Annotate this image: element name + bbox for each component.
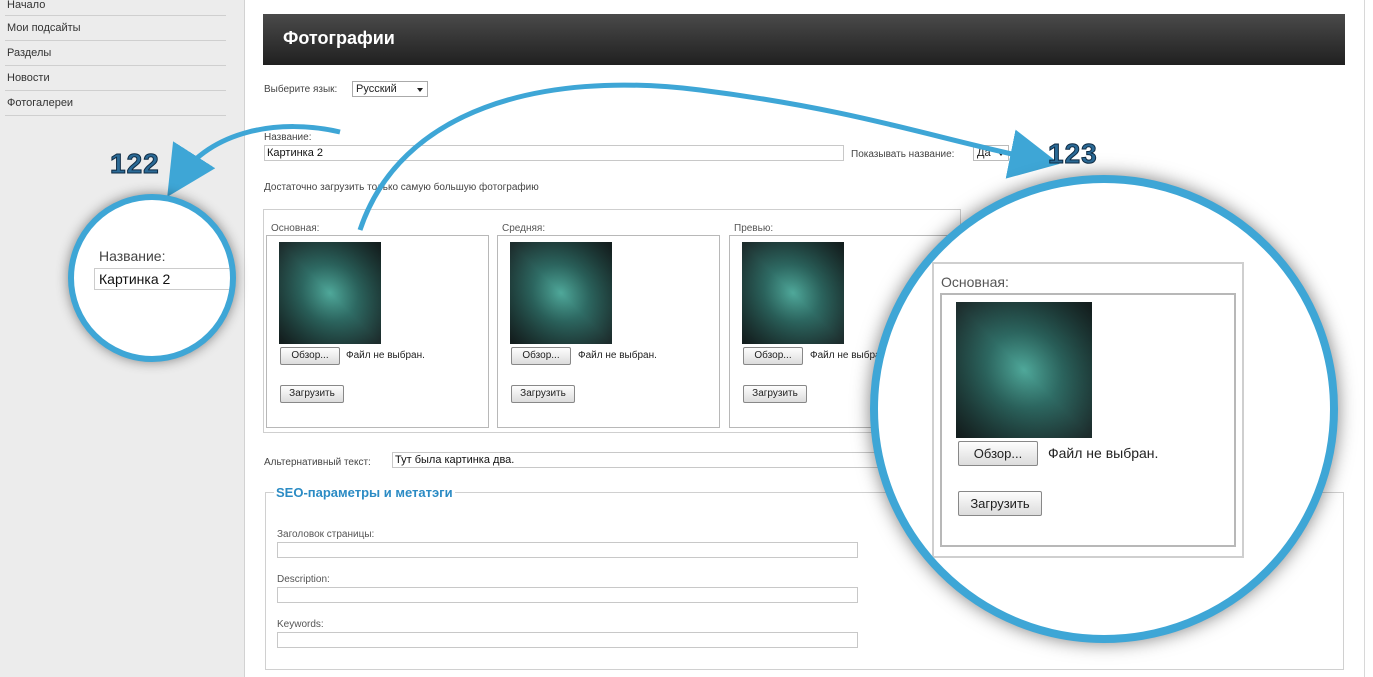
zoom-browse-button: Обзор... [958, 441, 1038, 466]
callout-number-123: 123 [1048, 138, 1098, 170]
arrow-to-123 [357, 82, 1060, 231]
zoom-name-input: Картинка 2 [94, 268, 230, 290]
callout-number-122: 122 [110, 148, 160, 180]
zoom-callout-main-upload: Основная: Обзор... Файл не выбран. Загру… [870, 175, 1338, 643]
zoom-name-label: Название: [99, 248, 166, 264]
zoom-file-status: Файл не выбран. [1048, 445, 1159, 461]
zoom-main-preview [956, 302, 1092, 438]
zoom-main-label: Основная: [941, 274, 1009, 290]
zoom-upload-button: Загрузить [958, 491, 1042, 516]
zoom-callout-name: Название: Картинка 2 [68, 194, 236, 362]
arrow-to-122 [167, 124, 341, 197]
